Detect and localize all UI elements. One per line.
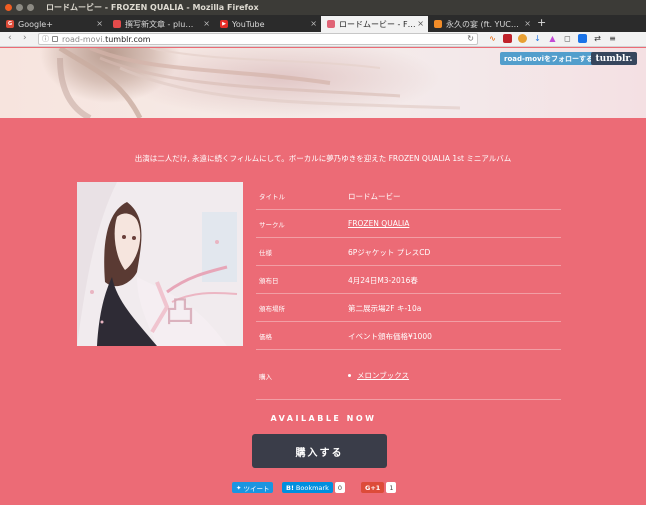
detail-row-date: 頒布日 4月24日M3-2016春 [256,266,561,294]
window-close-button[interactable] [5,4,12,11]
gplus-count: 1 [386,482,397,493]
url-prefix: road-movi. [62,34,106,44]
navigation-bar: ‹ › ⓘ road-movi. tumblr.com ↻ ∿ ↓ ▲ ◻ ⇄ ≡ [0,32,646,47]
detail-row-purchase: 購入 メロンブックス [256,350,561,400]
tumblr-logo[interactable]: tumblr. [591,52,637,65]
new-tab-button[interactable]: + [537,16,546,29]
detail-row-location: 頒布場所 第二展示場2F キ-10a [256,294,561,322]
tab-google-plus[interactable]: G Google+ × [0,16,107,32]
download-icon[interactable]: ↓ [533,34,542,43]
tab-music[interactable]: 永久の宴 (ft. YUC… × [428,16,535,32]
pluto-icon [113,20,121,28]
hatena-icon: B! [286,483,294,492]
detail-value: イベント頒布価格¥1000 [348,331,432,341]
detail-row-spec: 仕様 6Pジャケット プレスCD [256,238,561,266]
tweet-share[interactable]: ✦ ツイート [232,482,274,493]
tab-pluto[interactable]: 撰写新文章 - plu… × [107,16,214,32]
melonbooks-link[interactable]: メロンブックス [357,370,409,381]
detail-value: 4月24日M3-2016春 [348,275,418,285]
album-cover: 凸 [77,182,243,346]
adblock-icon[interactable] [503,34,512,43]
hatena-share[interactable]: B! Bookmark 0 [282,482,345,493]
detail-label: サークル [259,221,285,229]
tumblr-follow-button[interactable]: road-moviをフォローする [500,52,597,65]
window-controls [5,4,34,11]
tab-close-icon[interactable]: × [310,19,317,28]
hatena-count: 0 [334,482,345,493]
album-cover-art: 凸 [77,182,243,346]
lock-icon [52,36,58,42]
album-details: タイトル ロードムービー サークル FROZEN QUALIA 仕様 6Pジャケ… [256,182,561,400]
extension-drive-icon[interactable]: ▲ [548,34,557,43]
menu-icon[interactable]: ≡ [608,34,617,43]
gplus-button[interactable]: G+1 [361,482,385,493]
toolbar-icons: ∿ ↓ ▲ ◻ ⇄ ≡ [488,34,617,43]
info-icon[interactable]: ⓘ [42,34,49,44]
reload-icon[interactable]: ↻ [467,34,474,43]
detail-row-circle: サークル FROZEN QUALIA [256,210,561,238]
detail-label: 仕様 [259,249,272,257]
extension-icon[interactable] [518,34,527,43]
detail-label: 頒布日 [259,277,279,285]
window-minimize-button[interactable] [16,4,23,11]
detail-label: 価格 [259,333,272,341]
google-plus-icon: G [6,20,14,28]
tumblr-favicon [327,20,335,28]
detail-row-title: タイトル ロードムービー [256,182,561,210]
tab-close-icon[interactable]: × [417,19,424,28]
detail-label: 購入 [259,373,272,381]
hatena-bookmark-button[interactable]: B! Bookmark [282,482,333,493]
tab-close-icon[interactable]: × [524,19,531,28]
album-description: 出演は二人だけ, 永遠に続くフィルムにして。ボーカルに夢乃ゆきを迎えた FROZ… [134,154,512,163]
back-button[interactable]: ‹ [8,33,12,43]
window-title: ロードムービー - FROZEN QUALIA - Mozilla Firefo… [46,3,259,12]
tab-road-movie[interactable]: ロードムービー - F… × [321,16,428,32]
tab-strip: G Google+ × 撰写新文章 - plu… × ▶ YouTube × ロ… [0,15,646,32]
sync-icon[interactable]: ⇄ [593,34,602,43]
tab-close-icon[interactable]: × [96,19,103,28]
detail-row-price: 価格 イベント頒布価格¥1000 [256,322,561,350]
bullet-icon [348,374,351,377]
youtube-icon: ▶ [220,20,228,28]
detail-value: 6Pジャケット プレスCD [348,247,431,257]
shop-list: メロンブックス [348,370,409,381]
window-titlebar: ロードムービー - FROZEN QUALIA - Mozilla Firefo… [0,0,646,15]
svg-text:凸: 凸 [165,295,195,330]
url-domain: tumblr.com [105,34,151,44]
circle-link[interactable]: FROZEN QUALIA [348,219,409,228]
detail-value: 第二展示場2F キ-10a [348,303,422,313]
detail-label: 頒布場所 [259,305,285,313]
detail-value: ロードムービー [348,191,401,201]
extension-s-icon[interactable] [578,34,587,43]
tab-close-icon[interactable]: × [203,19,210,28]
twitter-bird-icon: ✦ [236,483,242,492]
chat-icon[interactable]: ◻ [563,34,572,43]
forward-button[interactable]: › [23,33,27,43]
tab-youtube[interactable]: ▶ YouTube × [214,16,321,32]
tweet-button[interactable]: ✦ ツイート [232,482,274,493]
rss-icon[interactable]: ∿ [488,34,497,43]
window-maximize-button[interactable] [27,4,34,11]
detail-label: タイトル [259,193,285,201]
purchase-button[interactable]: 購入する [252,434,387,468]
available-now-heading: AVAILABLE NOW [270,414,377,423]
address-bar[interactable]: ⓘ road-movi. tumblr.com ↻ [38,33,478,45]
gplus-share[interactable]: G+1 1 [361,482,397,493]
music-icon [434,20,442,28]
